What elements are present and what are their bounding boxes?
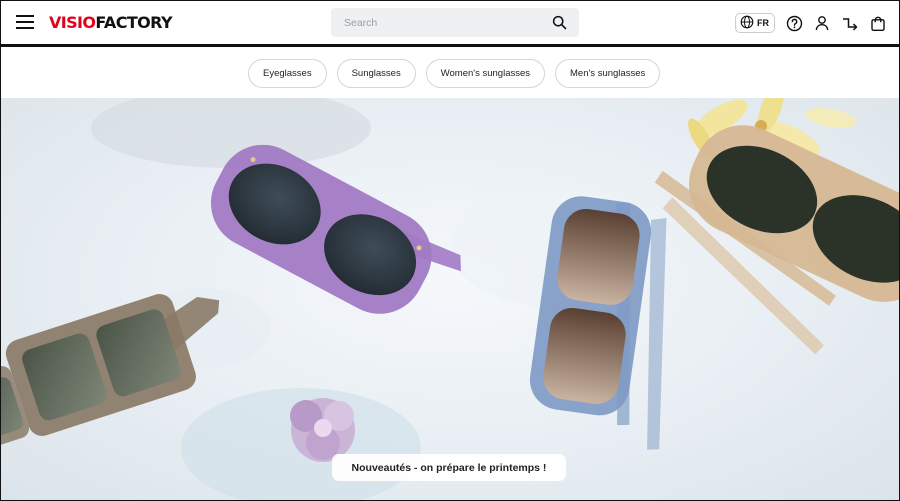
header-actions: FR xyxy=(735,12,887,34)
cart-icon[interactable] xyxy=(869,14,887,32)
search-bar xyxy=(331,8,579,37)
logo-black-text: FACTORY xyxy=(95,13,172,32)
site-header: VISIOFACTORY FR xyxy=(1,1,899,47)
search-input[interactable] xyxy=(331,8,541,37)
category-eyeglasses[interactable]: Eyeglasses xyxy=(248,59,327,88)
hero-image xyxy=(1,98,899,500)
help-icon[interactable] xyxy=(785,14,803,32)
language-code: FR xyxy=(757,18,769,28)
category-sunglasses[interactable]: Sunglasses xyxy=(336,59,416,88)
hero-caption[interactable]: Nouveautés - on prépare le printemps ! xyxy=(332,454,566,481)
language-selector[interactable]: FR xyxy=(735,13,775,33)
brand-logo[interactable]: VISIOFACTORY xyxy=(49,13,173,33)
hamburger-menu-icon[interactable] xyxy=(16,15,34,30)
search-icon[interactable] xyxy=(552,15,567,30)
hero-banner[interactable]: Nouveautés - on prépare le printemps ! xyxy=(1,98,899,500)
page: VISIOFACTORY FR xyxy=(0,0,900,501)
category-mens-sunglasses[interactable]: Men's sunglasses xyxy=(555,59,661,88)
category-womens-sunglasses[interactable]: Women's sunglasses xyxy=(425,59,546,88)
category-nav: Eyeglasses Sunglasses Women's sunglasses… xyxy=(1,50,899,98)
logo-red-text: VISIO xyxy=(49,13,96,32)
account-icon[interactable] xyxy=(813,14,831,32)
store-locator-icon[interactable] xyxy=(841,14,859,32)
globe-icon xyxy=(740,15,754,31)
